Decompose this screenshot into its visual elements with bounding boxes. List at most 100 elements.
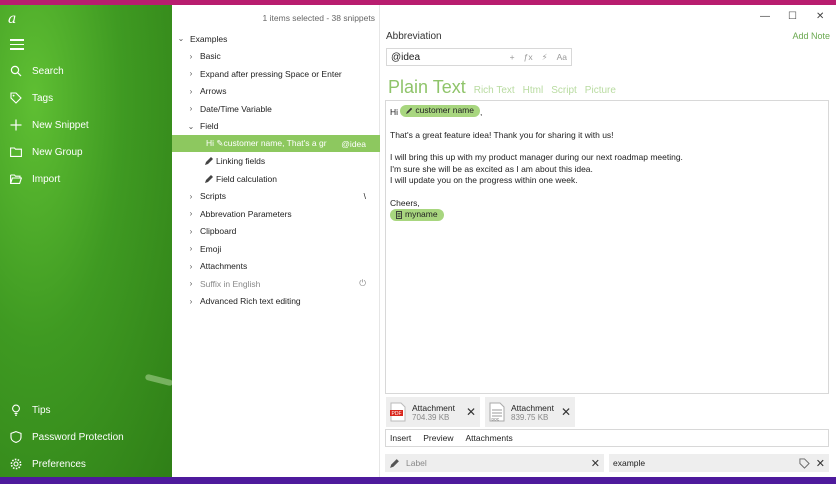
tree-row-label: Arrows [200,86,227,96]
chevron-right-icon[interactable]: › [186,104,196,113]
tree-row[interactable]: › Date/Time Variable [172,100,380,117]
app-logo: a [8,11,17,27]
plus-icon [10,119,22,131]
content-line: Cheers, [390,197,420,208]
maximize-icon[interactable]: ☐ [788,11,797,22]
content-line: That's a great feature idea! Thank you f… [390,129,614,140]
selection-status: 1 items selected - 38 snippets [262,13,375,23]
content-line: Hi customer name , [390,105,824,119]
insert-button[interactable]: Insert [390,433,411,443]
tree-row[interactable]: › Expand after pressing Space or Enter [172,65,380,82]
lightning-icon[interactable]: ⚡ [542,52,548,63]
sidebar-item-new-snippet[interactable]: New Snippet [10,116,89,134]
chevron-right-icon[interactable]: › [186,209,196,218]
remove-attachment-icon[interactable]: ✕ [466,405,476,419]
tag-icon[interactable] [799,457,810,469]
preview-button[interactable]: Preview [423,433,453,443]
tree-row[interactable]: › Suffix in English ⏻ [172,275,380,292]
tag-value: example [613,458,646,468]
chevron-down-icon[interactable]: ⌄ [176,34,186,43]
tab-script[interactable]: Script [551,85,577,96]
field-chip-customer-name[interactable]: customer name [400,105,480,117]
abbreviation-value: @idea [391,51,421,63]
sidebar-item-tips[interactable]: Tips [10,401,51,419]
tree-row[interactable]: ⌄ Field [172,118,380,135]
tree-row-label: Expand after pressing Space or Enter [200,68,342,79]
sidebar-item-import[interactable]: Import [10,170,60,188]
tree-row-label: Date/Time Variable [200,103,272,114]
tree-row[interactable]: › Clipboard [172,223,380,240]
insert-plus-icon[interactable]: + [510,52,515,63]
shield-icon [10,431,22,443]
clear-tags-icon[interactable]: ✕ [816,457,825,470]
sidebar-item-label: Import [32,173,61,185]
attachments-button[interactable]: Attachments [466,433,513,443]
chevron-right-icon[interactable]: › [186,52,196,61]
tree-row-label: Field [200,121,219,131]
sidebar-item-preferences[interactable]: Preferences [10,455,86,473]
label-placeholder: Label [406,458,427,468]
tree-row[interactable]: Linking fields [172,153,380,170]
tree-row[interactable]: › Arrows [172,83,380,100]
minimize-icon[interactable]: — [760,11,770,22]
hamburger-menu-icon[interactable] [10,39,24,50]
chevron-right-icon[interactable]: › [186,87,196,96]
attachment-size: 839.75 KB [511,412,549,422]
sidebar-item-password-protection[interactable]: Password Protection [10,428,124,446]
add-note-link[interactable]: Add Note [792,31,830,41]
snippet-content-editor[interactable]: Hi customer name , That's a great featur… [385,100,829,394]
snippet-list-panel: 1 items selected - 38 snippets ⌄ Examples… [172,5,380,477]
chevron-right-icon[interactable]: › [186,297,196,306]
tree-row[interactable]: › Advanced Rich text editing [172,293,380,310]
tree-row[interactable]: › Abbrevation Parameters [172,205,380,222]
sidebar-item-tags[interactable]: Tags [10,89,53,107]
pencil-icon [390,458,399,468]
tree-row-label: Emoji [200,243,222,254]
field-chip-myname[interactable]: myname [390,209,444,221]
sidebar-item-new-group[interactable]: New Group [10,143,83,161]
chevron-right-icon[interactable]: › [186,262,196,271]
formula-icon[interactable]: ƒx [524,52,533,63]
tree-row[interactable]: › Basic [172,48,380,65]
tree-row-label: Clipboard [200,226,237,236]
sidebar-item-label: Tags [32,92,54,104]
chevron-down-icon[interactable]: ⌄ [186,122,196,131]
chip-label: myname [405,209,438,220]
sidebar-item-search[interactable]: Search [10,62,64,80]
close-window-icon[interactable]: ✕ [816,11,824,22]
tree-row-label: Hi ✎customer name, That's a gr [206,138,327,148]
chevron-right-icon[interactable]: › [186,279,196,288]
document-icon [396,211,402,219]
attachment-pdf[interactable]: PDF Attachment 704.39 KB ✕ [386,397,480,427]
clear-label-icon[interactable]: ✕ [591,457,600,470]
tree-row-selected[interactable]: Hi ✎customer name, That's a gr @idea [172,135,380,152]
tag-icon [10,92,22,104]
tree-row[interactable]: Field calculation [172,170,380,187]
content-line: I'm sure she will be as excited as I am … [390,163,593,174]
tree-row[interactable]: › Attachments [172,258,380,275]
tab-rich-text[interactable]: Rich Text [474,85,515,96]
remove-attachment-icon[interactable]: ✕ [561,405,571,419]
tab-picture[interactable]: Picture [585,85,616,96]
attachment-doc[interactable]: DOC Attachment 839.75 KB ✕ [485,397,575,427]
sidebar: a Search Tags New Snippet New Group Impo… [0,5,174,477]
chevron-right-icon[interactable]: › [186,69,196,78]
tree-row-label: Abbrevation Parameters [200,208,292,219]
sidebar-item-label: Tips [32,404,51,416]
tab-plain-text[interactable]: Plain Text [388,77,466,98]
case-sensitivity-icon[interactable]: Aa [557,52,567,63]
tree-row-label: Field calculation [216,173,277,184]
tree-row[interactable]: ⌄ Examples [172,30,380,47]
sidebar-item-label: Password Protection [32,431,124,443]
content-text: Hi [390,107,399,117]
window-bottom-bar [0,477,836,484]
chevron-right-icon[interactable]: › [186,244,196,253]
tags-field[interactable]: example ✕ [609,454,829,472]
chevron-right-icon[interactable]: › [186,192,196,201]
label-field[interactable]: Label ✕ [385,454,604,472]
tree-row[interactable]: › Emoji [172,240,380,257]
tab-html[interactable]: Html [523,85,544,96]
abbreviation-input[interactable]: @idea + ƒx ⚡ Aa [386,48,572,66]
chevron-right-icon[interactable]: › [186,227,196,236]
tree-row[interactable]: › Scripts \ [172,188,380,205]
